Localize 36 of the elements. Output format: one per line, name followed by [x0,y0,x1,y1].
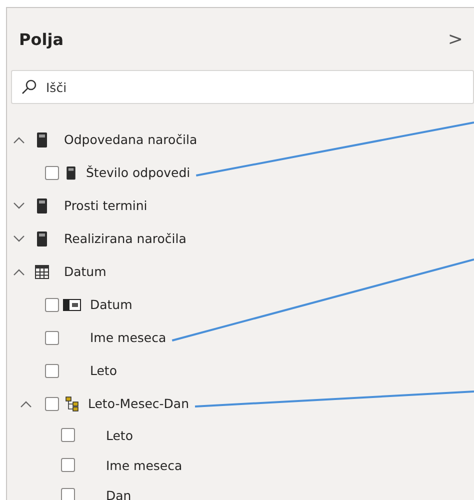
field-name[interactable]: Leto [106,428,133,442]
table-name[interactable]: Prosti termini [64,198,148,213]
expand-chevron-icon[interactable] [13,202,25,210]
checkbox[interactable] [45,298,59,312]
search-field[interactable]: Išči [11,70,474,104]
checkbox[interactable] [45,396,59,410]
field-name[interactable]: Ime meseca [90,330,166,345]
collapse-chevron-icon[interactable] [13,268,25,276]
checkbox[interactable] [45,364,59,378]
calculator-icon [35,230,49,246]
field-name[interactable]: Dan [106,488,132,500]
date-column-icon [63,298,81,310]
collapse-chevron-icon[interactable] [13,136,25,144]
panel-title: Polja [19,30,64,48]
calculator-icon [35,198,49,214]
table-name[interactable]: Datum [64,264,106,279]
collapse-chevron-icon[interactable] [20,400,32,408]
field-name[interactable]: Ime meseca [106,458,182,472]
checkbox[interactable] [45,166,59,180]
field-name[interactable]: Leto [90,363,117,378]
calculator-icon [35,132,49,148]
checkbox[interactable] [61,428,75,442]
field-name[interactable]: Datum [90,297,132,312]
checkbox[interactable] [61,458,75,472]
table-icon [35,264,49,280]
expand-chevron-icon[interactable] [13,234,25,242]
checkbox[interactable] [45,330,59,344]
hierarchy-icon [65,396,79,412]
calculator-icon [65,166,77,180]
collapse-button[interactable]: > [448,28,463,50]
search-icon [21,79,37,95]
table-name[interactable]: Realizirana naročila [64,231,186,246]
field-name[interactable]: Število odpovedi [86,165,190,180]
table-name[interactable]: Odpovedana naročila [64,132,198,147]
field-name[interactable]: Leto-Mesec-Dan [88,396,189,411]
checkbox[interactable] [61,488,75,500]
